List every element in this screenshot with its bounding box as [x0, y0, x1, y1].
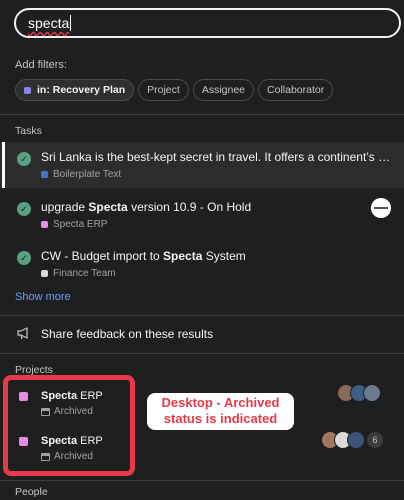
selection-indicator: [2, 142, 5, 188]
filter-chip-label: Project: [147, 84, 180, 96]
task-project: Specta ERP: [41, 219, 107, 230]
task-title: upgrade Specta version 10.9 - On Hold: [41, 200, 252, 214]
tasks-section-title: Tasks: [15, 125, 42, 137]
annotation-line-2: status is indicated: [163, 411, 278, 426]
annotation-line-1: Desktop - Archived: [161, 395, 280, 410]
annotation-callout: Desktop - Archived status is indicated: [147, 393, 294, 430]
show-more-link[interactable]: Show more: [15, 291, 71, 303]
filter-chip-label: Collaborator: [267, 84, 325, 96]
people-section-title: People: [15, 486, 48, 498]
project-color-icon: [41, 171, 48, 178]
filter-chip-project[interactable]: Project: [138, 79, 189, 101]
complete-check-icon: ✓: [17, 202, 31, 216]
share-feedback-label: Share feedback on these results: [41, 327, 214, 341]
project-color-icon: [41, 221, 48, 228]
task-row[interactable]: ✓ CW - Budget import to Specta System Fi…: [0, 241, 404, 287]
task-row[interactable]: ✓ upgrade Specta version 10.9 - On Hold …: [0, 192, 404, 238]
search-query-text: specta: [28, 15, 70, 31]
assignee-avatar[interactable]: [371, 198, 391, 218]
share-feedback-button[interactable]: Share feedback on these results: [0, 320, 404, 348]
task-row[interactable]: ✓ Sri Lanka is the best-kept secret in t…: [0, 142, 404, 188]
search-input[interactable]: specta: [14, 8, 401, 38]
filter-chip-collaborator[interactable]: Collaborator: [258, 79, 334, 101]
complete-check-icon: ✓: [17, 152, 31, 166]
filter-chip-recovery-plan[interactable]: in: Recovery Plan: [15, 79, 135, 101]
complete-check-icon: ✓: [17, 251, 31, 265]
project-color-icon: [41, 270, 48, 277]
megaphone-icon: [17, 327, 28, 340]
text-caret: [70, 15, 72, 31]
task-title: CW - Budget import to Specta System: [41, 249, 246, 263]
filters-label: Add filters:: [15, 59, 67, 71]
member-avatar: [347, 431, 365, 449]
project-members[interactable]: [337, 384, 381, 402]
divider: [0, 353, 404, 354]
member-avatar: [363, 384, 381, 402]
filter-chips: in: Recovery Plan Project Assignee Colla…: [15, 79, 334, 101]
filter-chip-label: Assignee: [201, 84, 246, 96]
filter-chip-label: in: Recovery Plan: [37, 84, 126, 96]
divider: [0, 480, 404, 481]
task-project: Boilerplate Text: [41, 169, 121, 180]
project-color-icon: [24, 86, 31, 94]
divider: [0, 114, 404, 115]
member-overflow-count: 6: [367, 432, 383, 448]
project-members[interactable]: 6: [321, 431, 383, 449]
divider: [0, 315, 404, 316]
task-project: Finance Team: [41, 268, 116, 279]
task-title: Sri Lanka is the best-kept secret in tra…: [41, 150, 391, 164]
filter-chip-assignee[interactable]: Assignee: [192, 79, 255, 101]
annotation-highlight-box: [3, 375, 135, 476]
